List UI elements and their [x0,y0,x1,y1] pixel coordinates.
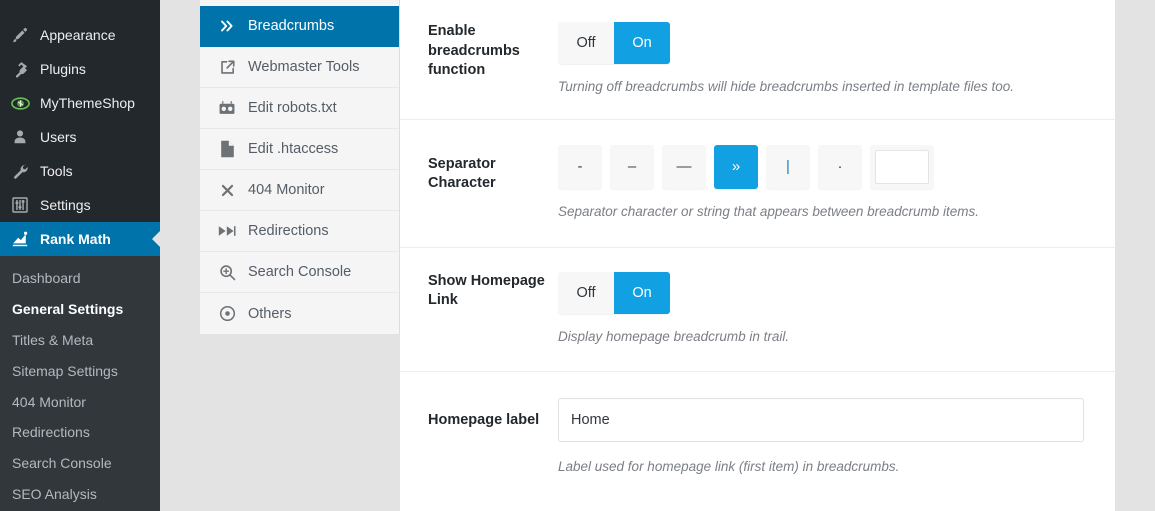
cross-icon [217,180,237,200]
separator-option-double-angle-quote[interactable]: » [714,144,758,189]
setting-description: Separator character or string that appea… [558,203,979,219]
rank-math-submenu: Dashboard General Settings Titles & Meta… [0,256,160,511]
toggle-option-on[interactable]: On [614,271,670,314]
sidebar-item-plugins[interactable]: Plugins [0,52,160,86]
paintbrush-icon [9,25,31,45]
mythemeshop-eye-icon [9,93,31,113]
double-chevron-right-icon [217,16,237,36]
nav-tab-webmaster-tools[interactable]: Webmaster Tools [200,47,399,88]
separator-option-en-dash[interactable]: – [610,144,654,189]
separator-custom-input-wrap [870,144,934,189]
nav-tab-label: Webmaster Tools [248,59,360,75]
setting-field: Off On Display homepage breadcrumb in tr… [558,271,1085,347]
nav-tab-breadcrumbs[interactable]: Breadcrumbs [200,6,399,47]
separator-character-options: - – — » | · [558,144,1085,189]
magnifier-plus-icon [217,262,237,282]
nav-tab-redirections[interactable]: Redirections [200,211,399,252]
submenu-item-dashboard[interactable]: Dashboard [0,263,160,294]
enable-breadcrumbs-toggle[interactable]: Off On [558,22,670,64]
settings-tab-panel: Breadcrumbs Webmaster Tools Edit robots.… [200,0,400,334]
submenu-item-redirections[interactable]: Redirections [0,417,160,448]
nav-tab-label: Others [248,305,292,322]
user-icon [9,127,31,147]
setting-label: Enable breadcrumbs function [428,23,520,79]
sidebar-item-label: MyThemeShop [40,95,135,111]
nav-tab-404-monitor[interactable]: 404 Monitor [200,170,399,211]
sidebar-item-mythemeshop[interactable]: MyThemeShop [0,86,160,120]
nav-tab-label: 404 Monitor [248,182,325,198]
separator-option-middle-dot[interactable]: · [818,144,862,189]
setting-description: Turning off breadcrumbs will hide breadc… [558,79,1014,94]
separator-option-hyphen[interactable]: - [558,144,602,189]
nav-tab-label: Search Console [248,264,352,280]
nav-tab-edit-robots-txt[interactable]: Edit robots.txt [200,88,399,129]
toggle-option-off[interactable]: Off [558,22,614,64]
separator-custom-input[interactable] [875,149,929,184]
sidebar-item-appearance[interactable]: Appearance [0,18,160,52]
show-homepage-link-toggle[interactable]: Off On [558,271,670,314]
target-dot-icon [217,304,237,324]
nav-tab-edit-htaccess[interactable]: Edit .htaccess [200,129,399,170]
nav-tab-label: Breadcrumbs [248,18,335,34]
rank-math-chart-icon [9,229,31,249]
setting-description: Display homepage breadcrumb in trail. [558,328,790,344]
setting-field: - – — » | · Separator character or strin… [558,144,1085,222]
plug-icon [9,59,31,79]
sidebar-item-label: Appearance [40,27,116,43]
settings-content-panel: Enable breadcrumbs function Off On Turni… [400,0,1115,511]
nav-tab-others[interactable]: Others [200,293,399,334]
separator-option-pipe[interactable]: | [766,144,810,189]
fast-forward-icon [217,221,237,241]
external-link-icon [217,57,237,77]
sliders-icon [9,195,31,215]
file-icon [217,139,237,159]
robot-icon [217,98,237,118]
setting-row-enable-breadcrumbs: Enable breadcrumbs function Off On Turni… [400,0,1115,120]
setting-description: Label used for homepage link (first item… [558,458,900,474]
nav-tab-label: Redirections [248,223,329,239]
sidebar-item-settings[interactable]: Settings [0,188,160,222]
toggle-option-off[interactable]: Off [558,271,614,314]
sidebar-item-label: Plugins [40,61,86,77]
sidebar-item-label: Settings [40,197,91,213]
setting-label: Show Homepage Link [428,272,545,309]
setting-row-separator-character: Separator Character - – — » | · Separato… [400,120,1115,248]
setting-row-show-homepage-link: Show Homepage Link Off On Display homepa… [400,248,1115,372]
sidebar-item-tools[interactable]: Tools [0,154,160,188]
wp-admin-sidebar: Appearance Plugins MyThemeShop Users Too… [0,0,160,511]
submenu-item-titles-meta[interactable]: Titles & Meta [0,325,160,356]
setting-field: Label used for homepage link (first item… [558,397,1085,477]
toggle-option-on[interactable]: On [614,22,670,64]
sidebar-item-label: Users [40,129,77,145]
wrench-icon [9,161,31,181]
nav-tab-label: Edit .htaccess [248,141,339,157]
setting-row-homepage-label: Homepage label Label used for homepage l… [400,372,1115,503]
submenu-item-404-monitor[interactable]: 404 Monitor [0,387,160,418]
admin-screen: Appearance Plugins MyThemeShop Users Too… [0,0,1155,511]
sidebar-item-users[interactable]: Users [0,120,160,154]
submenu-item-general-settings[interactable]: General Settings [0,294,160,325]
sidebar-item-label: Tools [40,163,73,179]
sidebar-item-rank-math[interactable]: Rank Math [0,222,160,256]
active-menu-arrow [152,231,160,247]
setting-label: Separator Character [428,155,496,192]
homepage-label-input[interactable] [558,397,1084,442]
setting-field: Off On Turning off breadcrumbs will hide… [558,22,1085,97]
submenu-item-seo-analysis[interactable]: SEO Analysis [0,479,160,510]
nav-tab-label: Edit robots.txt [248,100,337,116]
separator-option-em-dash[interactable]: — [662,144,706,189]
sidebar-item-label: Rank Math [40,231,111,247]
setting-label: Homepage label [428,411,540,428]
nav-tab-search-console[interactable]: Search Console [200,252,399,293]
submenu-item-sitemap-settings[interactable]: Sitemap Settings [0,356,160,387]
submenu-item-search-console[interactable]: Search Console [0,448,160,479]
